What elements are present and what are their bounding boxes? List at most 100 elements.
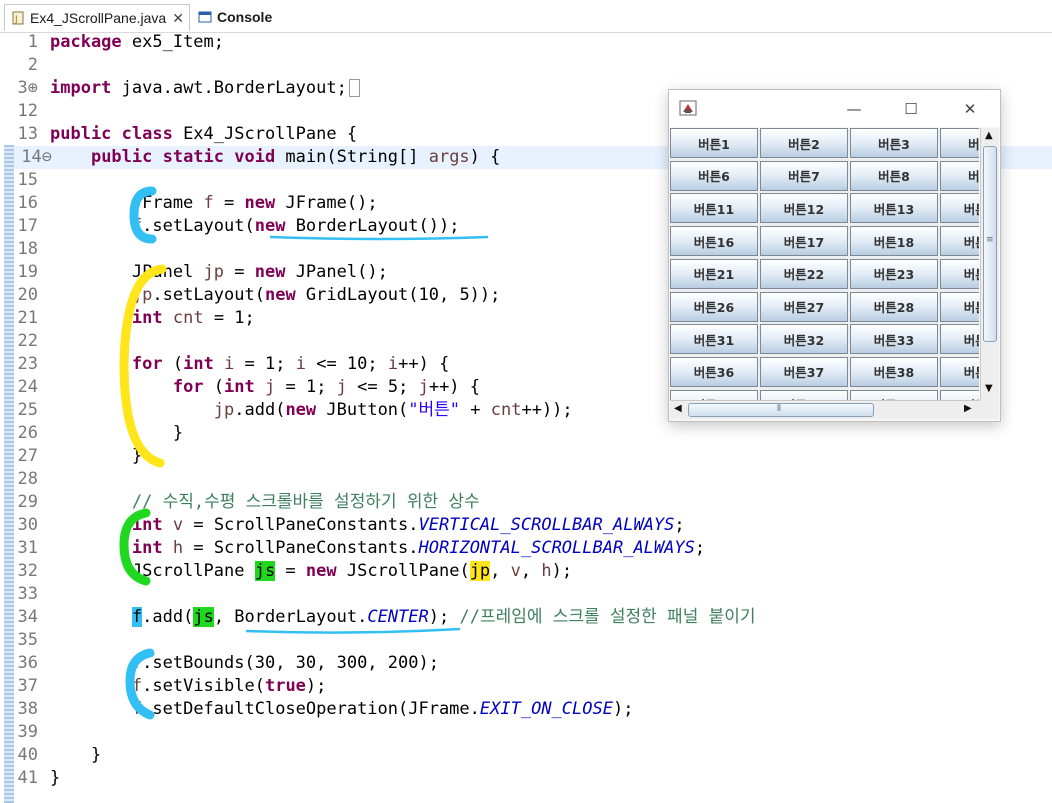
line-number: 38 [17, 699, 38, 719]
close-button[interactable]: ✕ [955, 98, 985, 120]
code-line[interactable]: 34 f.add(js, BorderLayout.CENTER); //프레임… [0, 606, 1052, 629]
line-number: 23 [17, 354, 38, 374]
line-number: 12 [17, 101, 38, 121]
scroll-right-icon[interactable]: ▶ [964, 403, 972, 414]
close-icon[interactable]: ✕ [172, 10, 184, 27]
line-number: 41 [17, 768, 38, 788]
line-number: 13 [17, 124, 38, 144]
grid-button[interactable]: 버튼19 [940, 226, 979, 257]
swing-frame-window: — ☐ ✕ 버튼1버튼2버튼3버튼4버튼6버튼7버튼8버튼9버튼11버튼12버튼… [668, 89, 1001, 422]
grid-button[interactable]: 버튼29 [940, 291, 979, 322]
grid-button[interactable]: 버튼28 [850, 291, 938, 322]
line-number: 39 [17, 722, 38, 742]
grid-button[interactable]: 버튼44 [940, 389, 979, 400]
line-number: 21 [17, 308, 38, 328]
grid-button[interactable]: 버튼13 [850, 193, 938, 224]
code-text: } [50, 768, 61, 788]
java-cup-icon [679, 100, 697, 116]
code-text: f.setVisible(true); [131, 676, 327, 696]
java-file-icon: J [12, 11, 24, 25]
grid-button[interactable]: 버튼16 [670, 226, 758, 257]
grid-button[interactable]: 버튼2 [760, 128, 848, 158]
grid-button[interactable]: 버튼42 [760, 389, 848, 400]
code-text: f.setDefaultCloseOperation(JFrame.EXIT_O… [131, 699, 634, 719]
code-line[interactable]: 31 int h = ScrollPaneConstants.HORIZONTA… [0, 537, 1052, 560]
grid-button[interactable]: 버튼6 [670, 160, 758, 191]
grid-button[interactable]: 버튼32 [760, 324, 848, 355]
grid-button[interactable]: 버튼12 [760, 193, 848, 224]
grid-button[interactable]: 버튼11 [670, 193, 758, 224]
code-line[interactable]: 29 // 수직,수평 스크롤바를 설정하기 위한 상수 [0, 491, 1052, 514]
code-text: for (int j = 1; j <= 5; j++) { [172, 377, 481, 397]
grid-button[interactable]: 버튼37 [760, 356, 848, 387]
grid-button[interactable]: 버튼3 [850, 128, 938, 158]
scroll-down-icon[interactable]: ▼ [985, 383, 993, 394]
grid-button[interactable]: 버튼31 [670, 324, 758, 355]
minimize-button[interactable]: — [839, 98, 869, 120]
grid-button[interactable]: 버튼1 [670, 128, 758, 158]
grid-button[interactable]: 버튼27 [760, 291, 848, 322]
scroll-left-icon[interactable]: ◀ [674, 403, 682, 414]
code-line[interactable]: 1 package ex5_Item; [0, 31, 1052, 54]
line-number: 37 [17, 676, 38, 696]
vertical-scroll-thumb[interactable]: ≡ [983, 146, 997, 342]
code-line[interactable]: 35 [0, 629, 1052, 652]
horizontal-scrollbar[interactable]: ◀ ⦀ ▶ [670, 400, 980, 419]
grid-button[interactable]: 버튼26 [670, 291, 758, 322]
line-number: 3⊕ [17, 78, 38, 98]
grid-button[interactable]: 버튼43 [850, 389, 938, 400]
code-line[interactable]: 39 [0, 721, 1052, 744]
code-text: int cnt = 1; [131, 308, 255, 328]
code-line[interactable]: 32 JScrollPane js = new JScrollPane(jp, … [0, 560, 1052, 583]
line-number: 2 [27, 55, 38, 75]
code-line[interactable]: 28 [0, 468, 1052, 491]
tab-java-file[interactable]: J Ex4_JScrollPane.java ✕ [4, 4, 190, 31]
grid-button[interactable]: 버튼22 [760, 258, 848, 289]
grid-button[interactable]: 버튼24 [940, 258, 979, 289]
grid-button[interactable]: 버튼17 [760, 226, 848, 257]
scroll-corner [980, 400, 999, 419]
code-line[interactable]: 41} [0, 767, 1052, 790]
code-text: int h = ScrollPaneConstants.HORIZONTAL_S… [131, 538, 706, 558]
line-number: 26 [17, 423, 38, 443]
grid-button[interactable]: 버튼7 [760, 160, 848, 191]
line-number: 19 [17, 262, 38, 282]
scroll-viewport: 버튼1버튼2버튼3버튼4 버튼6버튼7버튼8버튼9 버튼11버튼12버튼13버튼14… [670, 128, 979, 400]
grid-button[interactable]: 버튼18 [850, 226, 938, 257]
grid-button[interactable]: 버튼21 [670, 258, 758, 289]
horizontal-scroll-thumb[interactable]: ⦀ [688, 403, 874, 417]
code-line[interactable]: 36 f.setBounds(30, 30, 300, 200); [0, 652, 1052, 675]
grid-button[interactable]: 버튼9 [940, 160, 979, 191]
line-number: 40 [17, 745, 38, 765]
maximize-button[interactable]: ☐ [896, 98, 926, 120]
vertical-scrollbar[interactable]: ▲ ≡ ▼ [980, 128, 999, 400]
code-line[interactable]: 2 [0, 54, 1052, 77]
grid-button[interactable]: 버튼8 [850, 160, 938, 191]
grid-button[interactable]: 버튼4 [940, 128, 979, 158]
grid-button[interactable]: 버튼38 [850, 356, 938, 387]
line-number: 22 [17, 331, 38, 351]
scroll-up-icon[interactable]: ▲ [985, 130, 993, 141]
grid-button[interactable]: 버튼23 [850, 258, 938, 289]
grid-button[interactable]: 버튼41 [670, 389, 758, 400]
code-text: // 수직,수평 스크롤바를 설정하기 위한 상수 [131, 492, 480, 512]
line-number: 16 [17, 193, 38, 213]
code-line[interactable]: 38 f.setDefaultCloseOperation(JFrame.EXI… [0, 698, 1052, 721]
code-text: } [50, 446, 143, 466]
grid-button[interactable]: 버튼33 [850, 324, 938, 355]
window-title-bar[interactable]: — ☐ ✕ [669, 90, 1000, 127]
code-text: package ex5_Item; [50, 32, 225, 52]
code-line[interactable]: 40 } [0, 744, 1052, 767]
code-line[interactable]: 26 } [0, 422, 1052, 445]
tab-console[interactable]: Console [192, 4, 276, 30]
grid-button[interactable]: 버튼34 [940, 324, 979, 355]
code-line[interactable]: 33 [0, 583, 1052, 606]
code-line[interactable]: 30 int v = ScrollPaneConstants.VERTICAL_… [0, 514, 1052, 537]
code-line[interactable]: 37 f.setVisible(true); [0, 675, 1052, 698]
grid-button[interactable]: 버튼39 [940, 356, 979, 387]
grid-button[interactable]: 버튼14 [940, 193, 979, 224]
code-text: for (int i = 1; i <= 10; i++) { [131, 354, 450, 374]
grid-button[interactable]: 버튼36 [670, 356, 758, 387]
code-line[interactable]: 27 } [0, 445, 1052, 468]
code-text: JFrame f = new JFrame(); [50, 193, 378, 213]
